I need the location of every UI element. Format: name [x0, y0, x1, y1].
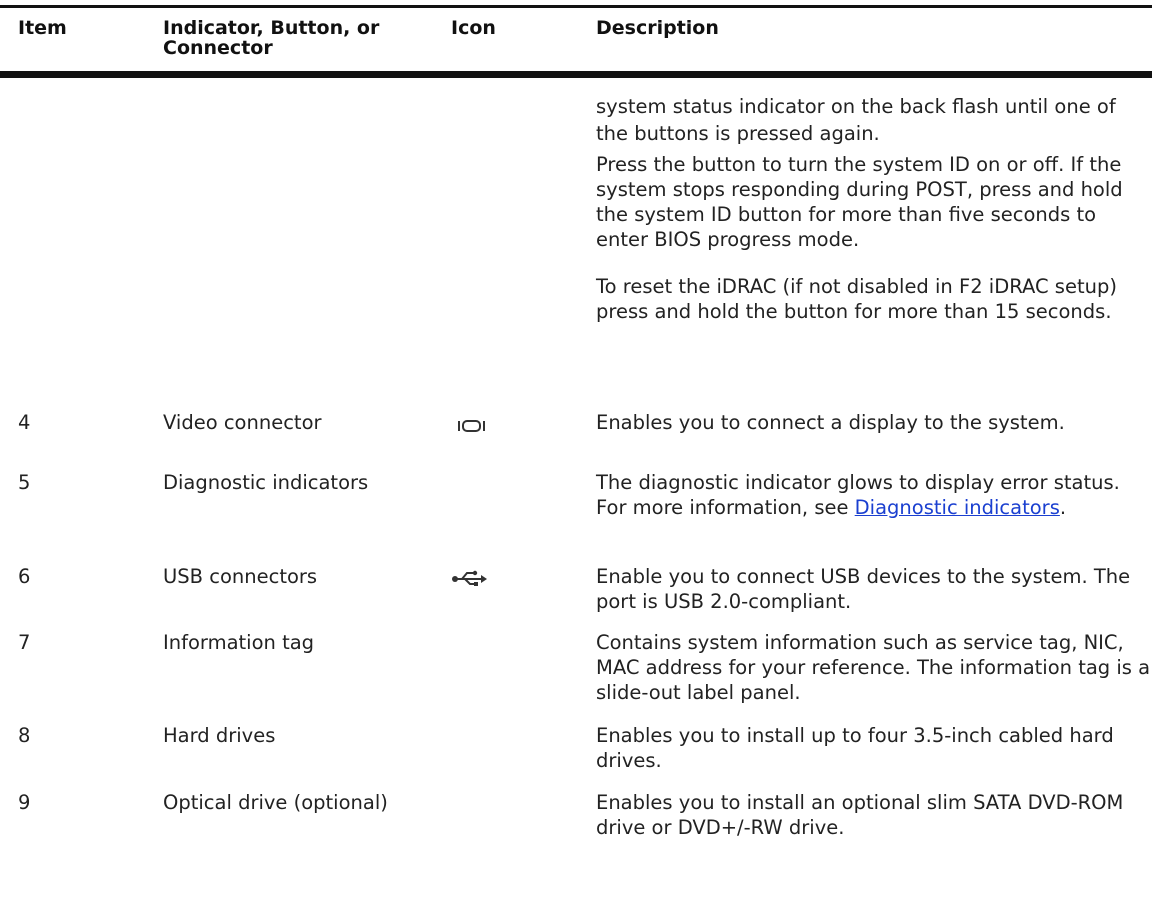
header-bottom-rule [0, 71, 1152, 78]
header-icon: Icon [451, 17, 496, 39]
row-description: Enables you to install up to four 3.5-in… [596, 724, 1114, 772]
row-item-number: 7 [18, 631, 31, 654]
row-description: The diagnostic indicator glows to displa… [596, 470, 1152, 520]
row-description: Enables you to install an optional slim … [596, 791, 1124, 839]
diagnostic-indicators-link[interactable]: Diagnostic indicators [855, 496, 1060, 519]
header-item: Item [18, 17, 67, 39]
row-item-number: 5 [18, 471, 31, 494]
row-item-number: 4 [18, 411, 31, 434]
system-id-paragraph: Press the button to turn the system ID o… [596, 153, 1123, 251]
row-description: Enable you to connect USB devices to the… [596, 565, 1131, 613]
row-item-number: 9 [18, 791, 31, 814]
row-item-number: 6 [18, 565, 31, 588]
row-name: USB connectors [163, 565, 318, 588]
continued-description: system status indicator on the back flas… [596, 93, 1152, 324]
usb-icon [451, 568, 487, 592]
video-connector-icon [457, 418, 487, 438]
idrac-reset-paragraph: To reset the iDRAC (if not disabled in F… [596, 275, 1117, 323]
continued-paragraph: system status indicator on the back flas… [596, 95, 1116, 145]
row-description: Enables you to connect a display to the … [596, 411, 1065, 434]
description-end: . [1059, 496, 1067, 519]
header-indicator: Indicator, Button, or Connector [163, 17, 380, 59]
table-top-rule [0, 5, 1152, 8]
row-name: Hard drives [163, 724, 276, 747]
row-name: Information tag [163, 631, 315, 654]
document-page: Item Indicator, Button, or Connector Ico… [0, 0, 1158, 915]
header-description: Description [596, 17, 719, 39]
row-name: Optical drive (optional) [163, 791, 388, 814]
row-description: Contains system information such as serv… [596, 631, 1151, 704]
row-name: Diagnostic indicators [163, 471, 369, 494]
row-name: Video connector [163, 411, 322, 434]
row-item-number: 8 [18, 724, 31, 747]
